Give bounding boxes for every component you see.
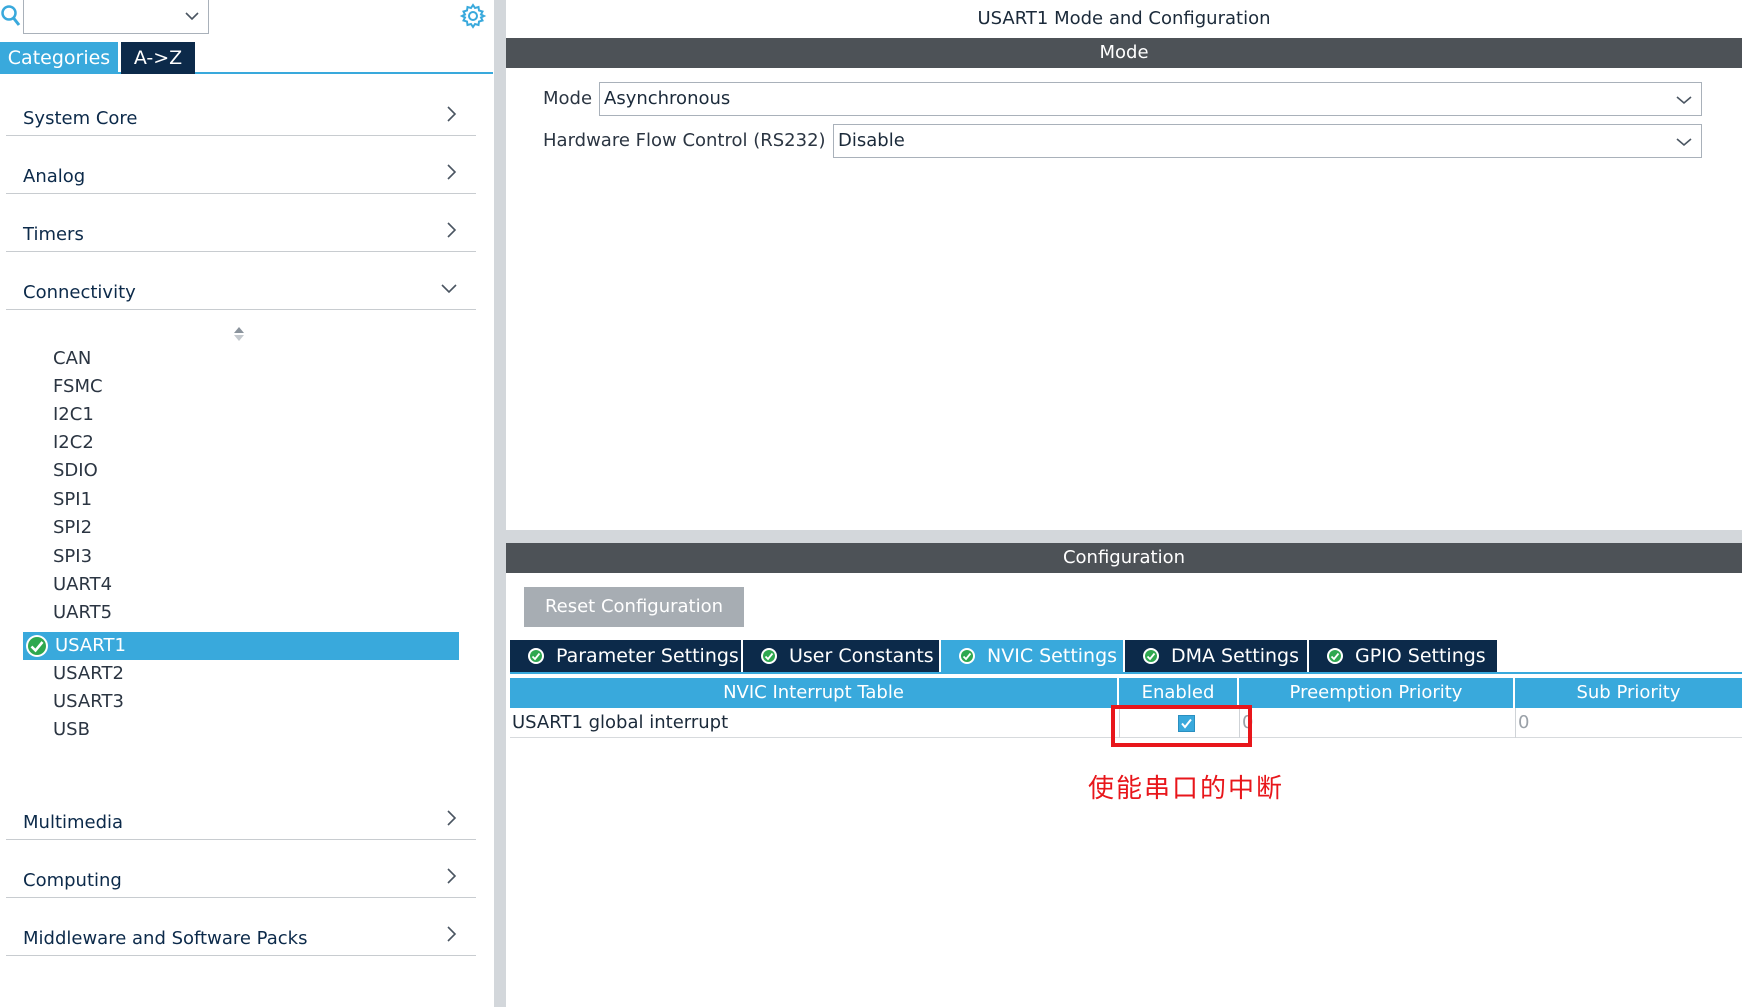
column-divider	[1515, 708, 1516, 738]
category-computing[interactable]: Computing	[6, 840, 476, 898]
category-timers[interactable]: Timers	[6, 194, 476, 252]
page-title: USART1 Mode and Configuration	[977, 8, 1271, 29]
tab-label: DMA Settings	[1171, 645, 1299, 667]
connectivity-item[interactable]: UART4	[53, 572, 112, 598]
chevron-right-icon	[447, 222, 457, 238]
chevron-down-icon	[441, 284, 457, 294]
tab-a-to-z[interactable]: A->Z	[121, 42, 195, 74]
column-header-enabled[interactable]: Enabled	[1119, 678, 1239, 708]
connectivity-item[interactable]: CAN	[53, 346, 91, 372]
connectivity-item[interactable]: SPI2	[53, 515, 92, 541]
chevron-right-icon	[447, 868, 457, 884]
mode-area: Mode Asynchronous Hardware Flow Control …	[506, 68, 1742, 530]
category-label: Connectivity	[23, 282, 136, 303]
chevron-right-icon	[447, 164, 457, 180]
category-label: Timers	[23, 224, 84, 245]
tab-dma-settings[interactable]: DMA Settings	[1125, 640, 1307, 672]
scroll-up-icon[interactable]	[232, 325, 246, 343]
tab-label: NVIC Settings	[987, 645, 1118, 667]
configuration-section-header: Configuration	[506, 543, 1742, 573]
configuration-tabs: Parameter Settings User Constants NVIC S…	[510, 640, 1742, 674]
check-circle-icon	[1143, 648, 1159, 664]
mode-select-value: Asynchronous	[604, 88, 731, 109]
chevron-right-icon	[447, 810, 457, 826]
connectivity-item[interactable]: USART2	[53, 661, 124, 687]
tab-label: GPIO Settings	[1355, 645, 1486, 667]
flow-control-label: Hardware Flow Control (RS232)	[543, 130, 826, 151]
chevron-right-icon	[447, 106, 457, 122]
connectivity-item[interactable]: USART3	[53, 689, 124, 715]
connectivity-item[interactable]: SDIO	[53, 458, 98, 484]
tab-parameter-settings[interactable]: Parameter Settings	[510, 640, 741, 672]
category-system-core[interactable]: System Core	[6, 78, 476, 136]
column-header-sub-priority[interactable]: Sub Priority	[1515, 678, 1742, 708]
gear-icon[interactable]	[459, 2, 487, 30]
connectivity-item-label: USART1	[55, 635, 126, 656]
tab-label: Parameter Settings	[556, 645, 739, 667]
connectivity-item[interactable]: SPI1	[53, 487, 92, 513]
search-input[interactable]	[23, 0, 209, 34]
connectivity-item-selected[interactable]: USART1	[23, 632, 459, 660]
tab-gpio-settings[interactable]: GPIO Settings	[1309, 640, 1497, 672]
interrupt-name-cell: USART1 global interrupt	[512, 712, 729, 733]
reset-configuration-button[interactable]: Reset Configuration	[524, 587, 744, 627]
search-icon[interactable]	[0, 3, 22, 29]
column-header-preemption[interactable]: Preemption Priority	[1239, 678, 1515, 708]
sub-priority-cell[interactable]: 0	[1518, 708, 1529, 738]
category-multimedia[interactable]: Multimedia	[6, 782, 476, 840]
mode-select[interactable]: Asynchronous	[599, 82, 1702, 116]
category-label: Multimedia	[23, 812, 124, 833]
table-header: NVIC Interrupt Table Enabled Preemption …	[510, 678, 1742, 708]
tab-user-constants[interactable]: User Constants	[743, 640, 939, 672]
connectivity-item[interactable]: I2C1	[53, 402, 94, 428]
categories-panel: Categories A->Z System Core Analog Timer…	[0, 0, 493, 1007]
check-circle-icon	[1327, 648, 1343, 664]
category-label: Middleware and Software Packs	[23, 928, 308, 949]
highlight-box	[1111, 705, 1252, 747]
category-connectivity[interactable]: Connectivity	[6, 252, 476, 310]
tab-nvic-settings[interactable]: NVIC Settings	[941, 640, 1123, 672]
check-circle-icon	[761, 648, 777, 664]
category-middleware[interactable]: Middleware and Software Packs	[6, 898, 476, 956]
category-label: Computing	[23, 870, 122, 891]
check-circle-icon	[26, 635, 48, 657]
section-splitter[interactable]	[506, 530, 1742, 543]
flow-control-select[interactable]: Disable	[833, 124, 1702, 158]
connectivity-item[interactable]: USB	[53, 717, 90, 743]
category-analog[interactable]: Analog	[6, 136, 476, 194]
category-label: System Core	[23, 108, 138, 129]
connectivity-item[interactable]: I2C2	[53, 430, 94, 456]
mode-section-header: Mode	[506, 38, 1742, 68]
view-tabs: Categories A->Z	[0, 42, 493, 74]
chevron-down-icon	[1676, 96, 1692, 105]
flow-control-value: Disable	[838, 130, 905, 151]
connectivity-item[interactable]: FSMC	[53, 374, 103, 400]
mode-configuration-panel: USART1 Mode and Configuration Mode Mode …	[506, 0, 1742, 1007]
mode-label: Mode	[543, 88, 593, 109]
annotation-text: 使能串口的中断	[1088, 774, 1285, 804]
connectivity-item[interactable]: UART5	[53, 600, 112, 626]
chevron-down-icon[interactable]	[184, 8, 200, 24]
category-label: Analog	[23, 166, 86, 187]
check-circle-icon	[528, 648, 544, 664]
chevron-right-icon	[447, 926, 457, 942]
check-circle-icon	[959, 648, 975, 664]
connectivity-item[interactable]: SPI3	[53, 544, 92, 570]
column-header-interrupt[interactable]: NVIC Interrupt Table	[510, 678, 1119, 708]
tab-label: User Constants	[789, 645, 934, 667]
tab-categories[interactable]: Categories	[0, 42, 118, 74]
panel-splitter[interactable]	[494, 0, 506, 1007]
chevron-down-icon	[1676, 138, 1692, 147]
